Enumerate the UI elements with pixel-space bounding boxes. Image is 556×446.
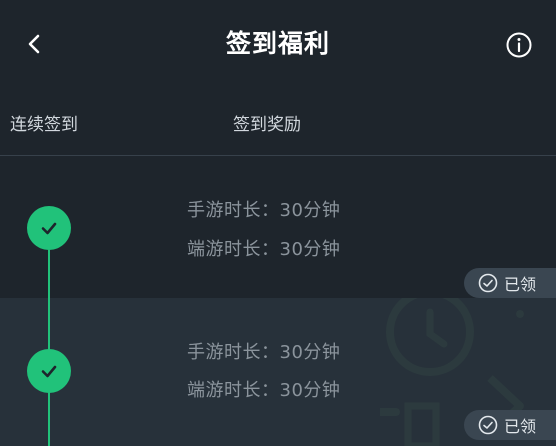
table-header: 连续签到 签到奖励 (0, 96, 556, 144)
mobile-game-duration: 手游时长：30分钟 (187, 342, 341, 363)
checkin-row: 手游时长：30分钟 端游时长：30分钟 已领 (0, 156, 556, 298)
check-circle-icon (478, 273, 498, 293)
pc-game-duration: 端游时长：30分钟 (187, 239, 341, 260)
pc-game-duration: 端游时长：30分钟 (187, 380, 341, 401)
checkin-rewards-screen: 签到福利 连续签到 签到奖励 手游时长：30分钟 端游时长：30分钟 已领 手游… (0, 0, 556, 446)
checkin-row: 手游时长：30分钟 端游时长：30分钟 已领 (0, 298, 556, 446)
checked-icon (27, 349, 71, 393)
streak-column-header: 连续签到 (10, 115, 78, 135)
info-button[interactable] (501, 27, 537, 63)
timeline-connector (48, 250, 50, 298)
claimed-label: 已领 (504, 275, 537, 294)
claimed-badge: 已领 (464, 268, 556, 298)
mobile-game-duration: 手游时长：30分钟 (187, 200, 341, 221)
page-title: 签到福利 (225, 29, 330, 58)
info-icon (506, 32, 532, 58)
reward-column-header: 签到奖励 (233, 115, 301, 135)
claimed-badge: 已领 (464, 410, 556, 440)
top-bar: 签到福利 (0, 0, 556, 86)
checked-icon (27, 206, 71, 250)
check-circle-icon (478, 415, 498, 435)
claimed-label: 已领 (504, 417, 537, 436)
